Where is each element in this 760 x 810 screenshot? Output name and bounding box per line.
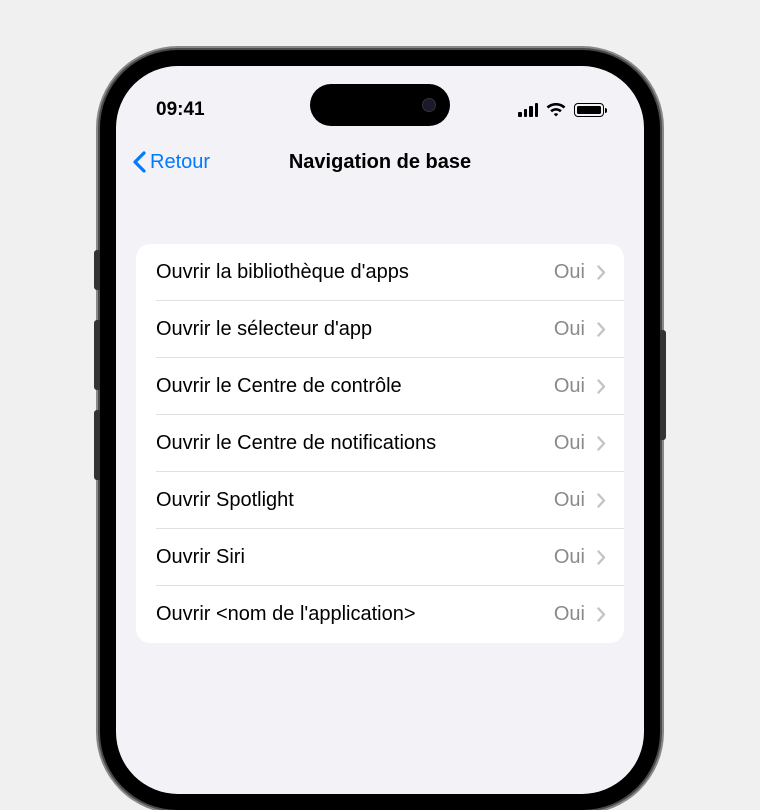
list-item-right: Oui xyxy=(554,546,606,569)
list-item-value: Oui xyxy=(554,318,585,341)
nav-bar: Retour Navigation de base xyxy=(116,136,644,188)
list-item-value: Oui xyxy=(554,546,585,569)
screen: 09:41 Retour Navigation de base xyxy=(116,66,644,794)
power-button xyxy=(660,330,666,440)
chevron-right-icon xyxy=(597,265,606,280)
front-camera xyxy=(422,98,436,112)
list-item-open-app[interactable]: Ouvrir <nom de l'application> Oui xyxy=(136,586,624,643)
chevron-right-icon xyxy=(597,493,606,508)
list-item-right: Oui xyxy=(554,432,606,455)
chevron-right-icon xyxy=(597,322,606,337)
list-item-right: Oui xyxy=(554,261,606,284)
list-item-right: Oui xyxy=(554,375,606,398)
list-item-control-center[interactable]: Ouvrir le Centre de contrôle Oui xyxy=(136,358,624,415)
list-item-right: Oui xyxy=(554,318,606,341)
list-item-label: Ouvrir Spotlight xyxy=(156,489,294,512)
list-item-app-switcher[interactable]: Ouvrir le sélecteur d'app Oui xyxy=(136,301,624,358)
status-time: 09:41 xyxy=(156,99,205,121)
chevron-right-icon xyxy=(597,550,606,565)
list-item-label: Ouvrir le sélecteur d'app xyxy=(156,318,372,341)
dynamic-island xyxy=(310,84,450,126)
settings-list: Ouvrir la bibliothèque d'apps Oui Ouvrir… xyxy=(136,244,624,643)
list-item-label: Ouvrir le Centre de contrôle xyxy=(156,375,402,398)
chevron-right-icon xyxy=(597,607,606,622)
list-item-app-library[interactable]: Ouvrir la bibliothèque d'apps Oui xyxy=(136,244,624,301)
volume-up-button xyxy=(94,320,100,390)
battery-icon xyxy=(574,103,604,117)
list-item-label: Ouvrir la bibliothèque d'apps xyxy=(156,261,409,284)
list-item-value: Oui xyxy=(554,432,585,455)
list-item-siri[interactable]: Ouvrir Siri Oui xyxy=(136,529,624,586)
list-item-value: Oui xyxy=(554,489,585,512)
list-item-value: Oui xyxy=(554,261,585,284)
status-icons xyxy=(518,103,604,118)
list-item-right: Oui xyxy=(554,489,606,512)
volume-down-button xyxy=(94,410,100,480)
list-item-notification-center[interactable]: Ouvrir le Centre de notifications Oui xyxy=(136,415,624,472)
list-item-label: Ouvrir <nom de l'application> xyxy=(156,603,416,626)
chevron-right-icon xyxy=(597,436,606,451)
list-item-spotlight[interactable]: Ouvrir Spotlight Oui xyxy=(136,472,624,529)
chevron-right-icon xyxy=(597,379,606,394)
content-area: Ouvrir la bibliothèque d'apps Oui Ouvrir… xyxy=(116,188,644,643)
list-item-label: Ouvrir le Centre de notifications xyxy=(156,432,436,455)
list-item-value: Oui xyxy=(554,375,585,398)
list-item-value: Oui xyxy=(554,603,585,626)
list-item-label: Ouvrir Siri xyxy=(156,546,245,569)
cellular-icon xyxy=(518,103,538,117)
back-label: Retour xyxy=(150,151,210,174)
mute-switch xyxy=(94,250,100,290)
list-item-right: Oui xyxy=(554,603,606,626)
wifi-icon xyxy=(546,103,566,118)
phone-frame: 09:41 Retour Navigation de base xyxy=(100,50,660,810)
chevron-back-icon xyxy=(132,151,146,173)
back-button[interactable]: Retour xyxy=(132,151,210,174)
